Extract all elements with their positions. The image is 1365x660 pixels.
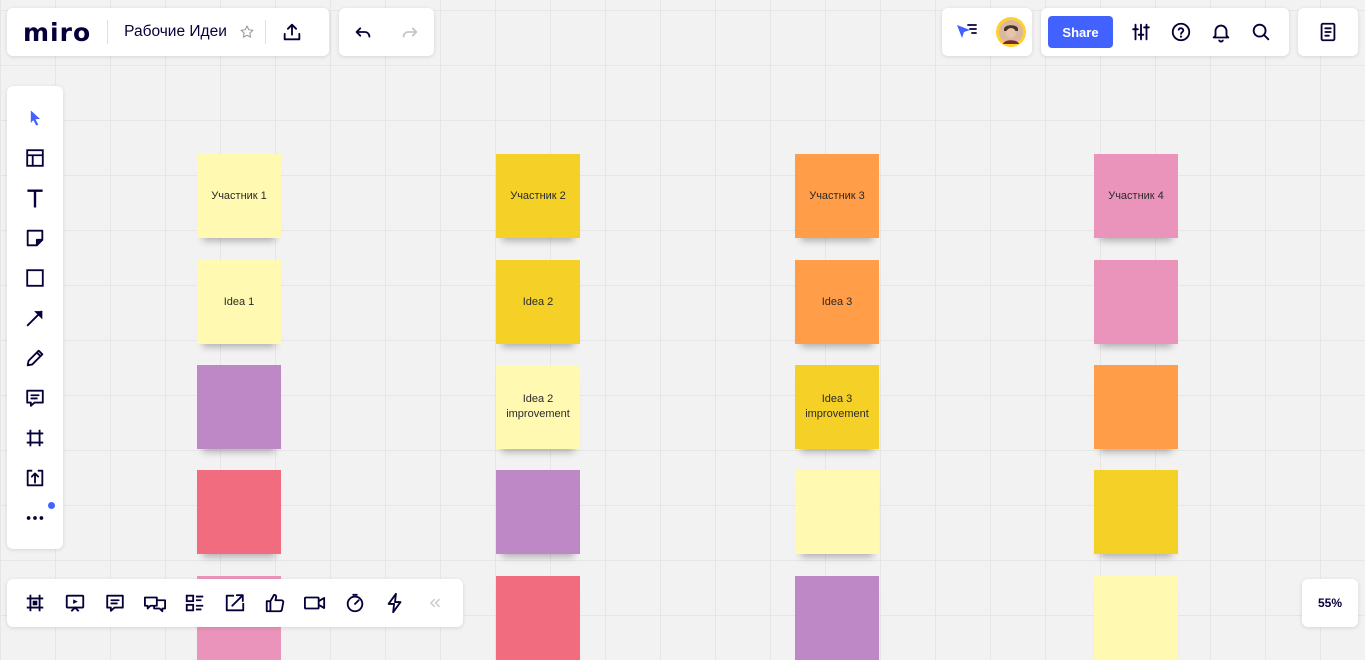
board-title[interactable]: Рабочие Идеи	[108, 23, 235, 41]
sticky-note[interactable]: Участник 1	[197, 154, 281, 238]
header-divider	[264, 20, 266, 44]
sticky-note[interactable]: Участник 4	[1094, 154, 1178, 238]
sticky-note[interactable]	[1094, 576, 1178, 660]
sliders-icon[interactable]	[1123, 14, 1159, 50]
pen-tool-icon[interactable]	[17, 340, 53, 376]
sticky-note[interactable]: Idea 3 improvement	[795, 365, 879, 449]
sticky-note-icon[interactable]	[17, 220, 53, 256]
board-header-panel: miro Рабочие Идеи	[7, 8, 329, 56]
shape-tool-icon[interactable]	[17, 260, 53, 296]
arrow-tool-icon[interactable]	[17, 300, 53, 336]
comment-tool-icon[interactable]	[17, 380, 53, 416]
presentation-icon[interactable]	[57, 585, 93, 621]
collapse-toolbar-icon[interactable]	[417, 585, 453, 621]
sticky-note[interactable]	[1094, 260, 1178, 344]
user-avatar[interactable]	[996, 17, 1026, 47]
collaborators-panel	[942, 8, 1032, 56]
sticky-note[interactable]: Idea 3	[795, 260, 879, 344]
search-icon[interactable]	[1243, 14, 1279, 50]
comments-icon[interactable]	[97, 585, 133, 621]
templates-icon[interactable]	[17, 140, 53, 176]
sticky-note[interactable]	[795, 576, 879, 660]
undo-icon[interactable]	[345, 14, 381, 50]
notes-panel-box	[1298, 8, 1358, 56]
frame-tool-icon[interactable]	[17, 420, 53, 456]
upload-icon[interactable]	[274, 14, 310, 50]
lightning-icon[interactable]	[377, 585, 413, 621]
voting-icon[interactable]	[257, 585, 293, 621]
left-toolbar	[7, 86, 63, 549]
sticky-note[interactable]	[197, 365, 281, 449]
history-panel	[339, 8, 434, 56]
screen-share-icon[interactable]	[217, 585, 253, 621]
star-icon[interactable]	[235, 14, 259, 50]
sticky-note[interactable]	[496, 576, 580, 660]
timer-icon[interactable]	[337, 585, 373, 621]
sticky-note[interactable]	[1094, 365, 1178, 449]
help-icon[interactable]	[1163, 14, 1199, 50]
cursor-filter-icon[interactable]	[948, 14, 984, 50]
select-tool-icon[interactable]	[17, 100, 53, 136]
sticky-note[interactable]: Idea 2	[496, 260, 580, 344]
sticky-note[interactable]: Участник 2	[496, 154, 580, 238]
top-right-panel: Share	[1041, 8, 1289, 56]
upload-tool-icon[interactable]	[17, 460, 53, 496]
sticky-note[interactable]	[795, 470, 879, 554]
sticky-note[interactable]	[496, 470, 580, 554]
bottom-toolbar	[7, 579, 463, 627]
zoom-level[interactable]: 55%	[1302, 579, 1358, 627]
sticky-note[interactable]: Участник 3	[795, 154, 879, 238]
notes-panel-icon[interactable]	[1310, 14, 1346, 50]
frames-icon[interactable]	[17, 585, 53, 621]
share-button[interactable]: Share	[1048, 16, 1113, 48]
redo-icon[interactable]	[392, 14, 428, 50]
cards-icon[interactable]	[177, 585, 213, 621]
text-tool-icon[interactable]	[17, 180, 53, 216]
sticky-note[interactable]: Idea 1	[197, 260, 281, 344]
sticky-note[interactable]	[1094, 470, 1178, 554]
chat-icon[interactable]	[137, 585, 173, 621]
video-icon[interactable]	[297, 585, 333, 621]
sticky-note[interactable]: Idea 2 improvement	[496, 365, 580, 449]
miro-logo[interactable]: miro	[7, 20, 107, 45]
more-tools-indicator	[48, 502, 55, 509]
bell-icon[interactable]	[1203, 14, 1239, 50]
sticky-note[interactable]	[197, 470, 281, 554]
